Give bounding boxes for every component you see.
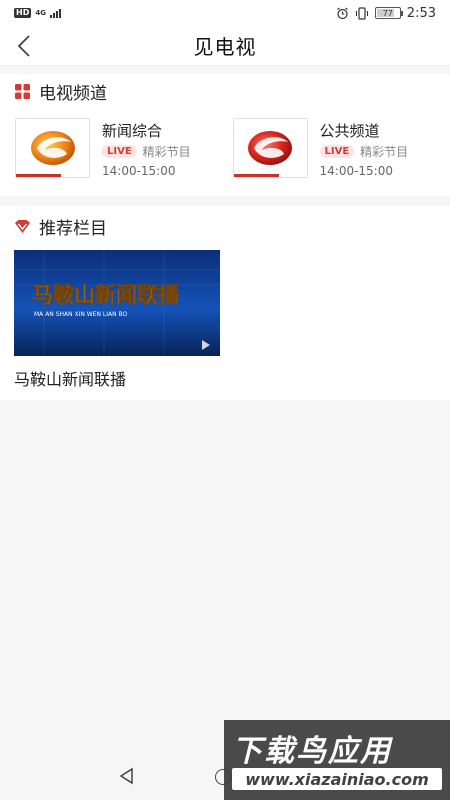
thumbnail-progress (233, 174, 279, 177)
channels-section: 电视频道 新闻综合 LIVE 精彩节目 14:00-15:00 公共频道 LIV… (0, 74, 450, 196)
back-button[interactable] (12, 34, 36, 58)
chevron-left-icon (17, 35, 30, 57)
recommended-section: 推荐栏目 马鞍山新闻联播 MA AN SHAN XIN WEN LIAN BO (0, 206, 450, 400)
channel-thumbnail (232, 118, 308, 178)
live-badge: LIVE (102, 145, 137, 158)
thumbnail-progress (16, 174, 62, 177)
channel-meta: LIVE 精彩节目 (319, 143, 409, 160)
channel-meta: LIVE 精彩节目 (102, 143, 191, 160)
status-bar: HD 4G 77 2:53 (0, 0, 450, 26)
grid-icon (15, 83, 30, 99)
program-card[interactable]: 马鞍山新闻联播 MA AN SHAN XIN WEN LIAN BO 马鞍山新闻… (14, 250, 220, 390)
channel-time: 14:00-15:00 (319, 164, 394, 178)
alarm-icon (336, 7, 348, 19)
channel-list: 新闻综合 LIVE 精彩节目 14:00-15:00 公共频道 LIVE 精彩节… (0, 118, 450, 178)
recommended-title: 推荐栏目 (39, 218, 107, 239)
watermark-url: www.xiazainiao.com (232, 768, 442, 790)
watermark: 下载鸟应用 www.xiazainiao.com (224, 720, 450, 800)
channel-item-public[interactable]: 公共频道 LIVE 精彩节目 14:00-15:00 (232, 118, 450, 178)
program-label: 精彩节目 (142, 145, 191, 159)
program-label: 精彩节目 (360, 145, 409, 159)
channel-item-news[interactable]: 新闻综合 LIVE 精彩节目 14:00-15:00 (15, 118, 233, 178)
channel-time: 14:00-15:00 (102, 164, 176, 178)
channel-name: 新闻综合 (102, 122, 163, 140)
channel-info: 公共频道 LIVE 精彩节目 14:00-15:00 (319, 118, 409, 178)
gem-icon (15, 219, 30, 233)
recommended-header: 推荐栏目 (0, 209, 450, 243)
channel-info: 新闻综合 LIVE 精彩节目 14:00-15:00 (102, 118, 191, 178)
hd-badge: HD (14, 8, 32, 18)
network-type: 4G (35, 8, 46, 17)
program-title: 马鞍山新闻联播 (14, 370, 127, 389)
page-title: 见电视 (193, 35, 257, 59)
banner-subtitle: MA AN SHAN XIN WEN LIAN BO (34, 311, 128, 318)
channels-header: 电视频道 (0, 74, 450, 108)
nav-bar: 见电视 (0, 26, 450, 66)
channel-thumbnail (15, 118, 90, 178)
signal-icon (49, 8, 61, 18)
banner-title: 马鞍山新闻联播 (32, 283, 180, 307)
channel-logo-icon (30, 131, 75, 165)
channel-logo-icon (248, 131, 292, 165)
program-thumbnail: 马鞍山新闻联播 MA AN SHAN XIN WEN LIAN BO (14, 250, 220, 356)
channel-name: 公共频道 (319, 122, 380, 140)
vibrate-icon (355, 6, 368, 20)
channels-title: 电视频道 (39, 83, 107, 104)
status-left: HD 4G (14, 8, 61, 18)
battery-level: 77 (382, 8, 393, 18)
battery-icon: 77 (374, 7, 403, 19)
triangle-back-icon[interactable] (118, 767, 136, 785)
live-badge: LIVE (319, 145, 355, 158)
clock: 2:53 (406, 5, 436, 21)
status-right: 77 2:53 (336, 6, 436, 21)
watermark-text: 下载鸟应用 (232, 734, 392, 769)
